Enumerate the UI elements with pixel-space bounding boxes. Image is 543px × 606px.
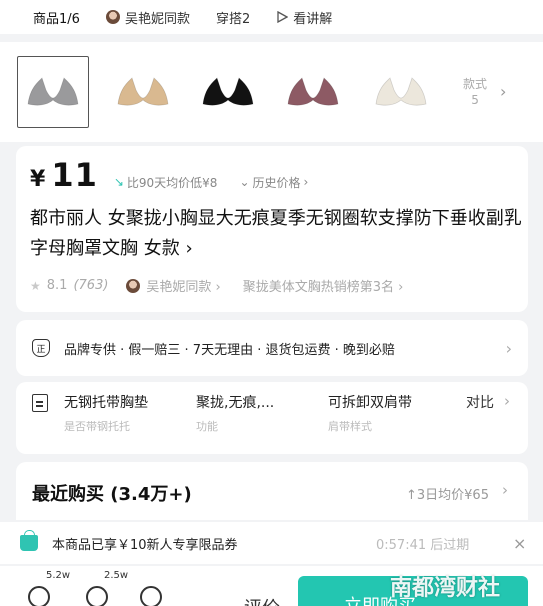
close-icon[interactable]: × bbox=[513, 534, 526, 553]
price-history-button[interactable]: ⌄ 历史价格 › bbox=[239, 174, 308, 191]
coupon-countdown: 0:57:41 后过期 bbox=[376, 537, 470, 553]
price-compare[interactable]: ↘ 比90天均价低¥8 bbox=[114, 174, 218, 191]
tab-celebrity-label: 吴艳妮同款 bbox=[124, 11, 190, 27]
price-value: 11 bbox=[51, 156, 98, 194]
chevron-right-icon: › bbox=[502, 481, 508, 499]
param-label-1: 是否带钢托托 bbox=[64, 420, 130, 433]
coupon-banner: 本商品已享￥10新人专享限品券 0:57:41 后过期 × bbox=[0, 522, 543, 564]
check-circle-icon[interactable] bbox=[86, 586, 108, 606]
chevron-right-icon: › bbox=[505, 338, 512, 358]
recent-purchases-card[interactable]: 最近购买 (3.4万+) ↑3日均价¥65 › bbox=[16, 462, 528, 520]
price-row: ¥ 11 ↘ 比90天均价低¥8 ⌄ 历史价格 › bbox=[30, 156, 308, 194]
review-count[interactable]: (763) bbox=[73, 278, 108, 293]
shopping-bag-icon bbox=[20, 530, 38, 551]
celebrity-avatar-icon bbox=[126, 278, 141, 293]
shield-icon: 正 bbox=[32, 339, 50, 357]
favorite-count-badge: 5.2w bbox=[46, 570, 71, 581]
recent-avg-price: ↑3日均价¥65 bbox=[406, 488, 489, 503]
tab-celebrity-style[interactable]: 吴艳妮同款 bbox=[105, 8, 190, 27]
celebrity-avatar-icon bbox=[105, 10, 120, 24]
variant-thumb-ivory[interactable] bbox=[365, 56, 437, 128]
variant-thumb-mauve[interactable] bbox=[277, 56, 349, 128]
recent-purchases-title: 最近购买 (3.4万+) bbox=[32, 484, 192, 505]
bra-mauve-icon bbox=[287, 77, 339, 106]
coupon-text: 本商品已享￥10新人专享限品券 bbox=[52, 537, 238, 553]
cart-count-badge: 2.5w bbox=[104, 570, 129, 581]
review-button[interactable]: 评价 bbox=[244, 594, 280, 606]
currency-symbol: ¥ bbox=[30, 167, 46, 192]
param-value-3: 可拆卸双肩带 bbox=[328, 395, 412, 411]
rating-value: 8.1 bbox=[46, 278, 68, 293]
product-title[interactable]: 都市丽人 女聚拢小胸显大无痕夏季无钢圈软支撑防下垂收副乳字母胸罩文胸 女款 › bbox=[30, 204, 524, 264]
tab-outfit[interactable]: 穿搭2 bbox=[216, 8, 250, 27]
variant-thumb-gray[interactable] bbox=[17, 56, 89, 128]
more-variants-label: 款式 bbox=[463, 77, 488, 91]
celebrity-tag[interactable]: 吴艳妮同款 › bbox=[146, 276, 220, 295]
price-compare-text: 比90天均价低¥8 bbox=[126, 175, 218, 190]
tab-product[interactable]: 商品1/6 bbox=[33, 8, 80, 27]
trend-down-icon: ↘ bbox=[113, 175, 124, 189]
tab-explain[interactable]: 看讲解 bbox=[276, 8, 332, 27]
tab-explain-label: 看讲解 bbox=[293, 11, 333, 27]
product-params-row[interactable]: 无钢托带胸垫 是否带钢托托 聚拢,无痕,... 功能 可拆卸双肩带 肩带样式 对… bbox=[16, 382, 528, 454]
bra-beige-icon bbox=[117, 77, 169, 106]
bra-black-icon bbox=[202, 77, 254, 106]
calendar-list-icon bbox=[32, 394, 48, 412]
ranking-link[interactable]: 聚拢美体文胸热销榜第3名 › bbox=[243, 276, 404, 295]
param-value-2: 聚拢,无痕,... bbox=[196, 395, 275, 411]
product-meta-row: ★ 8.1 (763) 吴艳妮同款 › 聚拢美体文胸热销榜第3名 › bbox=[30, 276, 403, 295]
compare-button[interactable]: 对比 bbox=[466, 392, 494, 412]
param-label-3: 肩带样式 bbox=[328, 420, 372, 433]
product-info-card: ¥ 11 ↘ 比90天均价低¥8 ⌄ 历史价格 › 都市丽人 女聚拢小胸显大无痕夏季无… bbox=[16, 146, 528, 312]
source-watermark: 南都湾财社 bbox=[390, 576, 501, 601]
tab-outfit-label: 穿搭2 bbox=[215, 11, 251, 27]
color-variant-strip: 款式 5 › bbox=[0, 42, 543, 142]
chevron-right-icon: › bbox=[303, 175, 309, 189]
history-icon: ⌄ bbox=[239, 175, 250, 189]
chevron-right-icon: › bbox=[500, 82, 507, 101]
param-label-2: 功能 bbox=[196, 420, 218, 433]
guarantee-text: 品牌专供 · 假一赔三 · 7天无理由 · 退货包运费 · 晚到必赔 bbox=[64, 342, 395, 358]
top-tab-bar: 商品1/6 吴艳妮同款 穿搭2 看讲解 bbox=[0, 0, 543, 34]
service-guarantee-row[interactable]: 正 品牌专供 · 假一赔三 · 7天无理由 · 退货包运费 · 晚到必赔 › bbox=[16, 320, 528, 376]
chevron-right-icon: › bbox=[504, 392, 510, 410]
variant-thumb-black[interactable] bbox=[192, 56, 264, 128]
price-history-label: 历史价格 bbox=[252, 175, 301, 190]
more-variants-count: 5 bbox=[471, 93, 479, 107]
play-icon bbox=[277, 11, 289, 23]
bra-gray-icon bbox=[27, 77, 79, 106]
variant-thumb-beige[interactable] bbox=[107, 56, 179, 128]
star-icon: ★ bbox=[30, 278, 41, 293]
more-variants-button[interactable]: 款式 5 bbox=[463, 76, 487, 108]
param-value-1: 无钢托带胸垫 bbox=[64, 395, 148, 411]
heart-icon[interactable] bbox=[28, 586, 50, 606]
headset-icon[interactable] bbox=[140, 586, 162, 606]
tab-product-label: 商品1/6 bbox=[33, 11, 80, 27]
bra-ivory-icon bbox=[375, 77, 427, 106]
